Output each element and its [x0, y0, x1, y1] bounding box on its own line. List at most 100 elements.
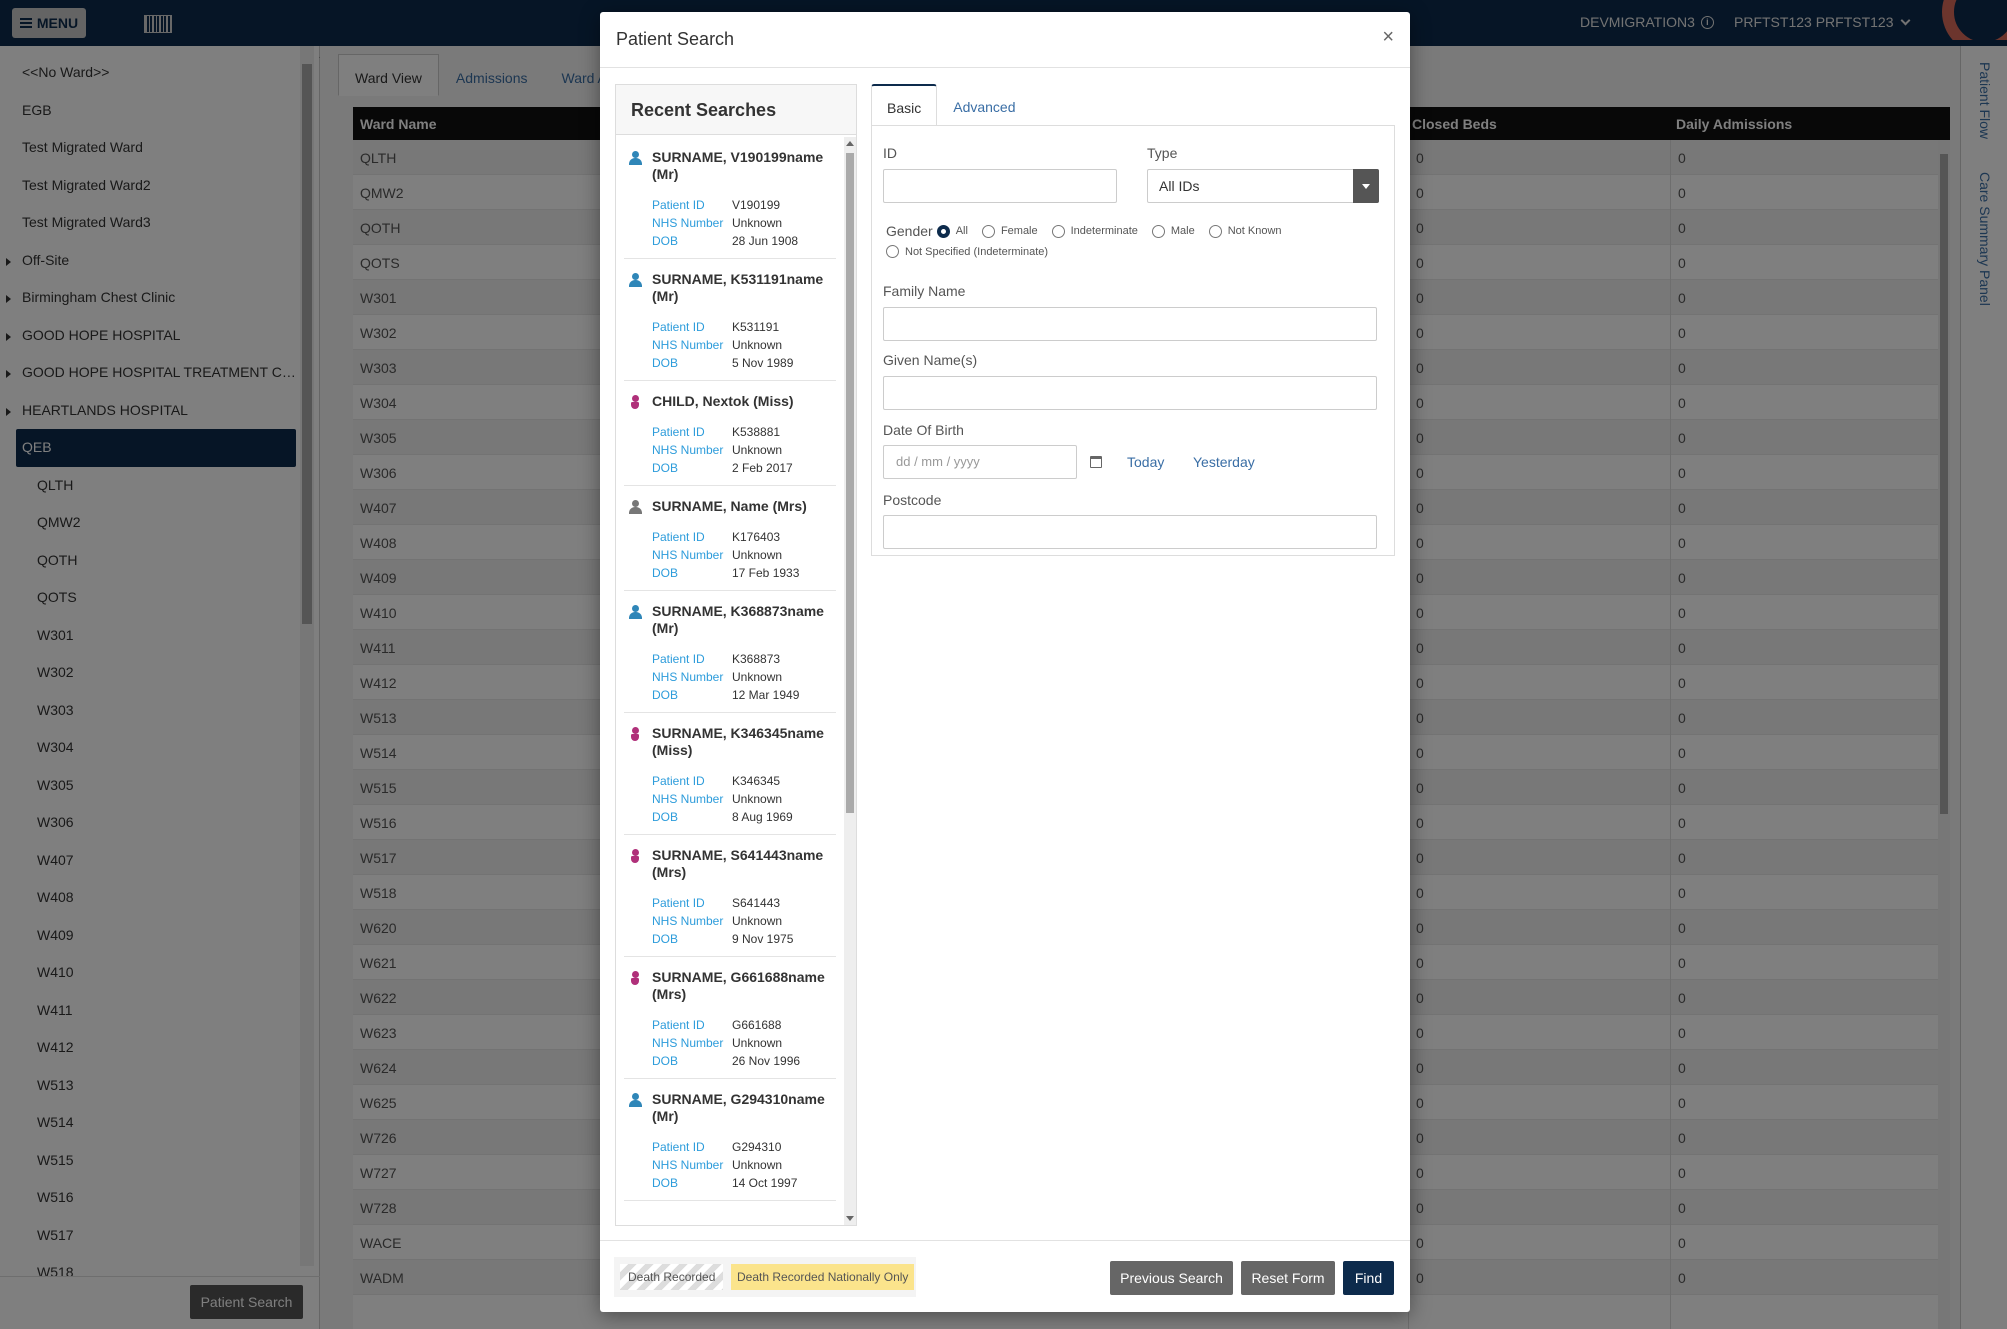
detail-value-id: K346345 [732, 774, 781, 788]
calendar-icon[interactable] [1090, 456, 1102, 468]
recent-search-item[interactable]: SURNAME, K368873name (Mr) Patient ID K3688… [624, 591, 836, 713]
radio-label: Not Known [1227, 225, 1282, 237]
icon-head [632, 151, 639, 158]
close-icon[interactable]: × [1382, 26, 1394, 49]
detail-value-id: G661688 [732, 1018, 782, 1032]
scroll-up-icon[interactable] [846, 141, 854, 146]
gender-radio-not-specified-indeterminate[interactable]: Not Specified (Indeterminate) [886, 245, 1048, 258]
recent-searches-title: Recent Searches [616, 85, 856, 135]
detail-value-dob: 14 Oct 1997 [732, 1176, 798, 1190]
recent-searches-scrollbar[interactable] [844, 137, 856, 1225]
patient-female-icon [629, 395, 641, 409]
detail-value-nhs: Unknown [732, 216, 783, 230]
previous-search-button[interactable]: Previous Search [1110, 1261, 1233, 1295]
radio-circle[interactable] [936, 224, 950, 238]
detail-row: NHS Number Unknown [652, 1034, 836, 1052]
detail-row: DOB 28 Jun 1908 [652, 232, 836, 250]
detail-row: Patient ID V190199 [652, 196, 836, 214]
patient-name: SURNAME, K368873name (Mr) [652, 603, 824, 636]
detail-row: NHS Number Unknown [652, 336, 836, 354]
radio-circle[interactable] [1151, 224, 1165, 238]
icon-head [632, 849, 639, 856]
gender-radio-female[interactable]: Female [981, 224, 1038, 238]
dialog-footer: Death Recorded Death Recorded Nationally… [600, 1240, 1410, 1312]
detail-row: DOB 8 Aug 1969 [652, 808, 836, 826]
icon-head [632, 273, 639, 280]
given-names-label: Given Name(s) [883, 352, 978, 368]
detail-value-id: K368873 [732, 652, 781, 666]
given-names-input[interactable] [883, 376, 1377, 410]
id-input[interactable] [883, 169, 1117, 203]
detail-value-dob: 26 Nov 1996 [732, 1054, 801, 1068]
patient-name: SURNAME, K346345name (Miss) [652, 725, 824, 758]
gender-label: Gender [886, 223, 933, 239]
reset-form-button[interactable]: Reset Form [1241, 1261, 1335, 1295]
patient-name: SURNAME, V190199name (Mr) [652, 149, 824, 182]
patient-details: Patient ID V190199 NHS Number Unknown DOB 28 … [652, 196, 836, 250]
legend-death-recorded: Death Recorded [620, 1264, 724, 1290]
dialog-header: Patient Search × [600, 12, 1410, 68]
detail-row: Patient ID K346345 [652, 772, 836, 790]
detail-value-id: S641443 [732, 896, 781, 910]
recent-search-item[interactable]: SURNAME, K346345name (Miss) Patient ID K34… [624, 713, 836, 835]
tab-advanced[interactable]: Advanced [937, 84, 1031, 126]
radio-circle[interactable] [1208, 224, 1222, 238]
icon-torso [629, 280, 642, 287]
family-name-input[interactable] [883, 307, 1377, 341]
gender-radio-all[interactable]: All [936, 224, 968, 238]
today-link[interactable]: Today [1127, 454, 1164, 470]
detail-row: Patient ID K368873 [652, 650, 836, 668]
detail-value-dob: 12 Mar 1949 [732, 688, 800, 702]
patient-details: Patient ID K368873 NHS Number Unknown DOB 12 … [652, 650, 836, 704]
detail-value-nhs: Unknown [732, 443, 783, 457]
gender-radio-indeterminate[interactable]: Indeterminate [1051, 224, 1138, 238]
recent-search-item[interactable]: SURNAME, G661688name (Mrs) Patient ID G661… [624, 957, 836, 1079]
radio-circle[interactable] [981, 224, 995, 238]
legend: Death Recorded Death Recorded Nationally… [614, 1257, 916, 1297]
recent-search-item[interactable]: SURNAME, G294310name (Mr) Patient ID G2943… [624, 1079, 836, 1201]
detail-value-nhs: Unknown [732, 548, 783, 562]
detail-key-nhs: NHS Number [652, 914, 724, 928]
patient-details: Patient ID K538881 NHS Number Unknown DOB 2 F… [652, 423, 836, 477]
detail-row: Patient ID K538881 [652, 423, 836, 441]
search-mode-tabs: Basic Advanced [871, 84, 1032, 126]
patient-male-icon [629, 151, 642, 165]
patient-details: Patient ID K346345 NHS Number Unknown DOB 8 A… [652, 772, 836, 826]
scroll-down-icon[interactable] [846, 1216, 854, 1221]
patient-male-icon [629, 273, 642, 287]
dropdown-arrow-icon[interactable] [1353, 169, 1379, 203]
gender-radio-not-known[interactable]: Not Known [1208, 224, 1282, 238]
detail-key-id: Patient ID [652, 896, 705, 910]
recent-search-item[interactable]: SURNAME, V190199name (Mr) Patient ID V1901… [624, 137, 836, 259]
detail-key-id: Patient ID [652, 530, 705, 544]
radio-label: Male [1170, 225, 1195, 237]
detail-row: Patient ID K531191 [652, 318, 836, 336]
icon-torso [631, 856, 639, 863]
tab-basic[interactable]: Basic [871, 84, 938, 126]
detail-key-id: Patient ID [652, 198, 705, 212]
postcode-input[interactable] [883, 515, 1377, 549]
icon-head [632, 971, 639, 978]
id-type-select[interactable]: All IDs [1147, 169, 1379, 203]
patient-unknown-icon [629, 500, 642, 514]
legend-death-recorded-nationally: Death Recorded Nationally Only [731, 1264, 915, 1290]
patient-details: Patient ID S641443 NHS Number Unknown DOB 9 N… [652, 894, 836, 948]
gender-radio-male[interactable]: Male [1151, 224, 1195, 238]
yesterday-link[interactable]: Yesterday [1193, 454, 1255, 470]
patient-details: Patient ID K531191 NHS Number Unknown DOB 5 N… [652, 318, 836, 372]
detail-value-nhs: Unknown [732, 1036, 783, 1050]
recent-search-item[interactable]: SURNAME, Name (Mrs) Patient ID K176403 NHS … [624, 486, 836, 591]
radio-circle[interactable] [886, 245, 899, 258]
detail-key-nhs: NHS Number [652, 792, 724, 806]
recent-search-item[interactable]: SURNAME, S641443name (Mrs) Patient ID S641… [624, 835, 836, 957]
find-button[interactable]: Find [1343, 1261, 1394, 1295]
recent-search-item[interactable]: SURNAME, K531191name (Mr) Patient ID K5311… [624, 259, 836, 381]
radio-circle[interactable] [1051, 224, 1065, 238]
patient-name: CHILD, Nextok (Miss) [652, 393, 794, 409]
recent-search-item[interactable]: CHILD, Nextok (Miss) Patient ID K538881 NHS… [624, 381, 836, 486]
detail-row: DOB 12 Mar 1949 [652, 686, 836, 704]
detail-key-id: Patient ID [652, 1018, 705, 1032]
detail-key-nhs: NHS Number [652, 548, 724, 562]
dob-input[interactable]: dd / mm / yyyy [883, 445, 1077, 479]
detail-row: Patient ID S641443 [652, 894, 836, 912]
